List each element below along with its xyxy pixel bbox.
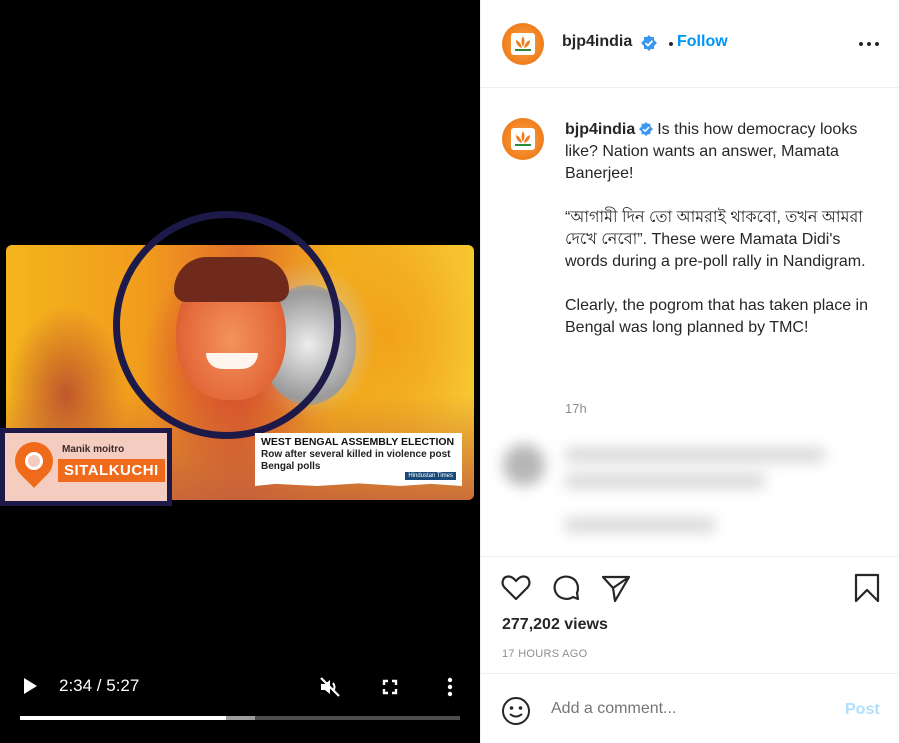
played-bar	[20, 716, 227, 720]
location-person: Manik moitro	[62, 444, 125, 455]
mute-icon[interactable]	[317, 674, 343, 700]
video-controls: 2:34 / 5:27	[0, 666, 480, 726]
post-caption: bjp4india Is this how democracy looks lik…	[565, 119, 875, 361]
caption-timestamp[interactable]: 17h	[565, 401, 587, 416]
like-heart-icon[interactable]	[500, 572, 532, 604]
share-plane-icon[interactable]	[600, 572, 632, 604]
location-tag: Manik moitro SITALKUCHI	[0, 428, 172, 506]
time-display: 2:34 / 5:27	[59, 676, 140, 695]
play-icon[interactable]	[24, 678, 37, 694]
caption-text-2: “আগামী দিন তো আমরাই থাকবো, তখন আমরা দেখে…	[565, 209, 866, 270]
highlight-circle	[113, 211, 341, 439]
caption-avatar[interactable]	[502, 118, 544, 160]
post-actions: 277,202 views 17 HOURS AGO	[481, 556, 899, 674]
verified-badge-icon	[641, 35, 657, 51]
more-vertical-icon[interactable]	[437, 674, 463, 700]
post-comment-button[interactable]: Post	[845, 701, 880, 719]
lotus-icon	[511, 33, 535, 55]
comment-bubble-icon[interactable]	[550, 572, 582, 604]
verified-badge-icon	[639, 122, 654, 136]
fullscreen-icon[interactable]	[377, 674, 403, 700]
lotus-icon	[511, 128, 535, 150]
caption-text-3: Clearly, the pogrom that has taken place…	[565, 297, 868, 336]
location-place: SITALKUCHI	[58, 459, 165, 482]
news-logo: Hindustan Times	[405, 472, 456, 480]
post-age: 17 HOURS AGO	[502, 648, 588, 660]
location-pin-dot	[25, 452, 43, 470]
news-body: Row after several killed in violence pos…	[261, 449, 451, 472]
save-bookmark-icon[interactable]	[851, 572, 883, 604]
news-caption: WEST BENGAL ASSEMBLY ELECTION Row after …	[255, 433, 462, 486]
avatar[interactable]	[502, 23, 544, 65]
video-progress-bar[interactable]	[20, 716, 460, 720]
news-headline: WEST BENGAL ASSEMBLY ELECTION	[261, 436, 455, 448]
view-count[interactable]: 277,202 views	[502, 616, 608, 634]
follow-button[interactable]: Follow	[677, 33, 728, 51]
comment-input[interactable]	[551, 700, 821, 718]
more-options-icon[interactable]	[859, 42, 881, 48]
emoji-icon[interactable]	[501, 696, 531, 726]
header-username[interactable]: bjp4india	[562, 33, 632, 51]
separator-dot	[669, 42, 673, 46]
post-side-panel: bjp4india Follow bjp4india Is this how de…	[480, 0, 899, 743]
video-player[interactable]: Manik moitro SITALKUCHI WEST BENGAL ASSE…	[0, 0, 480, 743]
comment-form: Post	[481, 675, 899, 743]
blurred-comments	[481, 418, 899, 556]
post-header: bjp4india Follow	[481, 0, 899, 88]
caption-username[interactable]: bjp4india	[565, 121, 635, 138]
